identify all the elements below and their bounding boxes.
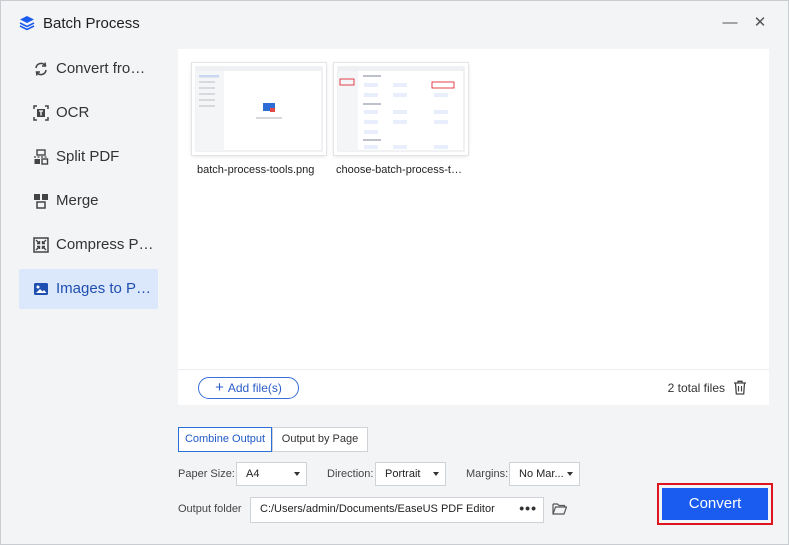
ocr-icon (33, 105, 49, 121)
folder-icon[interactable] (552, 502, 567, 515)
margins-select[interactable]: No Mar... (509, 462, 580, 486)
file-name: batch-process-tools.png (197, 164, 315, 176)
paper-size-label: Paper Size: (178, 468, 235, 480)
sidebar-item-merge[interactable]: Merge (19, 181, 158, 221)
output-folder-label: Output folder (178, 503, 242, 515)
margins-value: No Mar... (519, 468, 564, 480)
layers-icon (19, 16, 35, 31)
convert-highlight: Convert (657, 483, 773, 525)
thumbnail-preview (195, 66, 323, 152)
sidebar-item-label: OCR (56, 104, 90, 121)
paper-size-select[interactable]: A4 (236, 462, 307, 486)
margins-label: Margins: (466, 468, 509, 480)
more-options-icon[interactable]: ••• (519, 500, 537, 516)
thumbnail-preview (337, 66, 465, 152)
sidebar-item-label: Images to PDF (56, 280, 154, 297)
file-list-area: batch-process-tools.png choose-batch-pro… (178, 49, 769, 405)
file-thumbnail[interactable] (192, 63, 326, 155)
sidebar-item-convert-from-pdf[interactable]: Convert from PDF (19, 49, 158, 89)
split-icon (34, 149, 49, 165)
merge-icon (34, 194, 48, 209)
direction-label: Direction: (327, 468, 374, 480)
sidebar-item-label: Convert from PDF (56, 60, 154, 77)
chevron-down-icon (567, 472, 573, 476)
file-thumbnail[interactable] (334, 63, 468, 155)
file-name: choose-batch-process-tool.png (336, 164, 464, 176)
output-folder-path: C:/Users/admin/Documents/EaseUS PDF Edit… (260, 503, 495, 515)
title-bar: Batch Process — ✕ (1, 1, 788, 45)
add-files-button[interactable]: + Add file(s) (198, 377, 299, 399)
chevron-down-icon (294, 472, 300, 476)
chevron-down-icon (433, 472, 439, 476)
plus-icon: + (215, 379, 224, 396)
direction-value: Portrait (385, 468, 421, 480)
add-files-label: Add file(s) (227, 381, 282, 395)
window-title: Batch Process (43, 15, 140, 32)
minimize-button[interactable]: — (721, 14, 739, 32)
sidebar: Convert from PDF OCR Split PDF (19, 49, 158, 313)
image-icon (34, 283, 48, 295)
total-files-count: 2 total files (667, 381, 725, 395)
trash-icon[interactable] (733, 380, 747, 395)
convert-icon (35, 62, 47, 76)
output-folder-field[interactable]: C:/Users/admin/Documents/EaseUS PDF Edit… (250, 497, 544, 523)
sidebar-item-label: Compress PDF (56, 236, 154, 253)
close-button[interactable]: ✕ (751, 14, 769, 32)
convert-button[interactable]: Convert (662, 488, 768, 520)
sidebar-item-compress-pdf[interactable]: Compress PDF (19, 225, 158, 265)
compress-icon (33, 237, 49, 253)
sidebar-item-ocr[interactable]: OCR (19, 93, 158, 133)
batch-process-window: Batch Process — ✕ Convert from PDF OCR (0, 0, 789, 545)
sidebar-item-images-to-pdf[interactable]: Images to PDF (19, 269, 158, 309)
sidebar-item-label: Merge (56, 192, 99, 209)
direction-select[interactable]: Portrait (375, 462, 446, 486)
sidebar-item-label: Split PDF (56, 148, 120, 165)
file-list-footer: + Add file(s) 2 total files (178, 369, 769, 406)
combine-output-tab[interactable]: Combine Output (178, 427, 272, 452)
output-by-page-tab[interactable]: Output by Page (272, 427, 368, 452)
sidebar-item-split-pdf[interactable]: Split PDF (19, 137, 158, 177)
paper-size-value: A4 (246, 468, 260, 480)
